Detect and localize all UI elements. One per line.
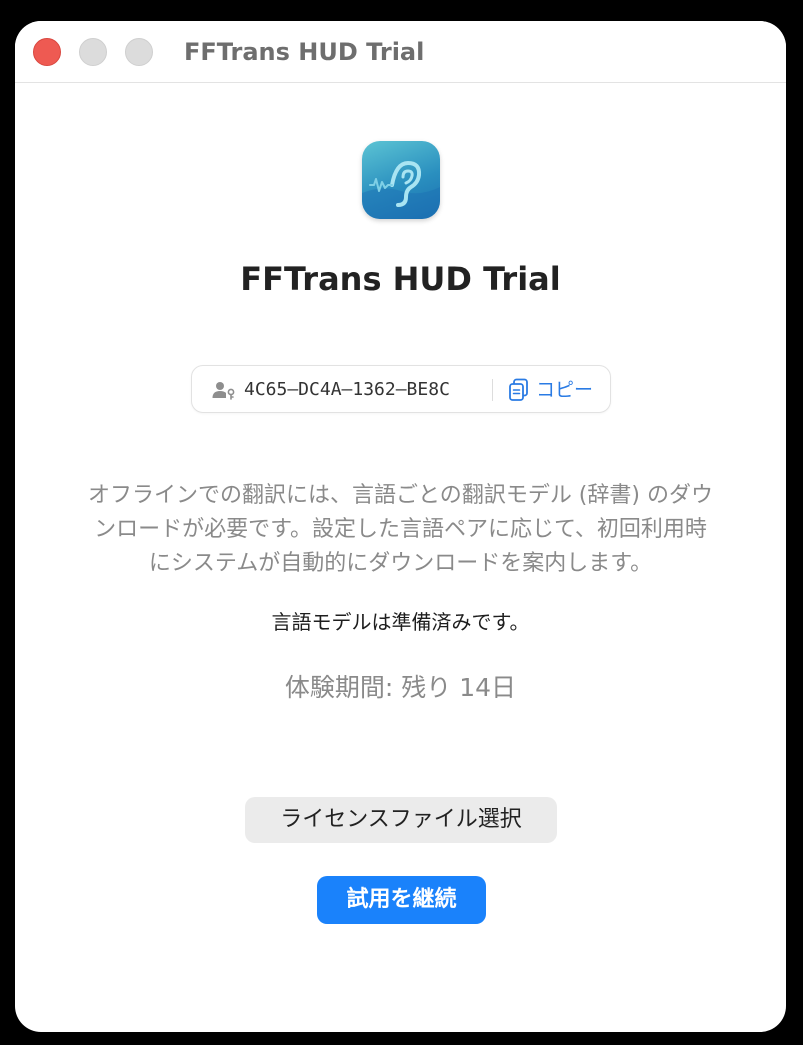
device-id-value: 4C65–DC4A–1362–BE8C (244, 379, 450, 400)
continue-trial-button[interactable]: 試用を継続 (317, 876, 486, 924)
device-id-field: 4C65–DC4A–1362–BE8C コピー (191, 365, 611, 413)
model-ready-status: 言語モデルは準備済みです。 (271, 610, 530, 634)
select-license-file-button[interactable]: ライセンスファイル選択 (245, 797, 557, 843)
trial-remaining-label: 体験期間: 残り 14日 (284, 673, 517, 702)
app-name-heading: FFTrans HUD Trial (240, 260, 561, 298)
window-title: FFTrans HUD Trial (184, 38, 425, 66)
minimize-window-button[interactable] (79, 38, 107, 66)
copy-id-button[interactable]: コピー (504, 366, 604, 412)
description-line: ンロードが必要です。設定した言語ペアに応じて、初回利用時 (94, 517, 707, 542)
documents-copy-icon (508, 378, 530, 406)
app-window: FFTrans HUD Trial FFTrans HUD Trial 4C65… (15, 21, 786, 1032)
zoom-window-button[interactable] (125, 38, 153, 66)
description-line: オフラインでの翻訳には、言語ごとの翻訳モデル (辞書) のダウ (88, 483, 713, 508)
pill-divider (492, 379, 493, 401)
offline-translation-description: オフラインでの翻訳には、言語ごとの翻訳モデル (辞書) のダウ ンロードが必要で… (55, 479, 746, 581)
ear-waveform-icon (362, 141, 440, 219)
copy-button-label: コピー (536, 379, 594, 401)
title-bar: FFTrans HUD Trial (15, 21, 786, 83)
close-window-button[interactable] (33, 38, 61, 66)
person-key-icon (212, 380, 236, 404)
description-line: にシステムが自動的にダウンロードを案内します。 (148, 551, 653, 576)
